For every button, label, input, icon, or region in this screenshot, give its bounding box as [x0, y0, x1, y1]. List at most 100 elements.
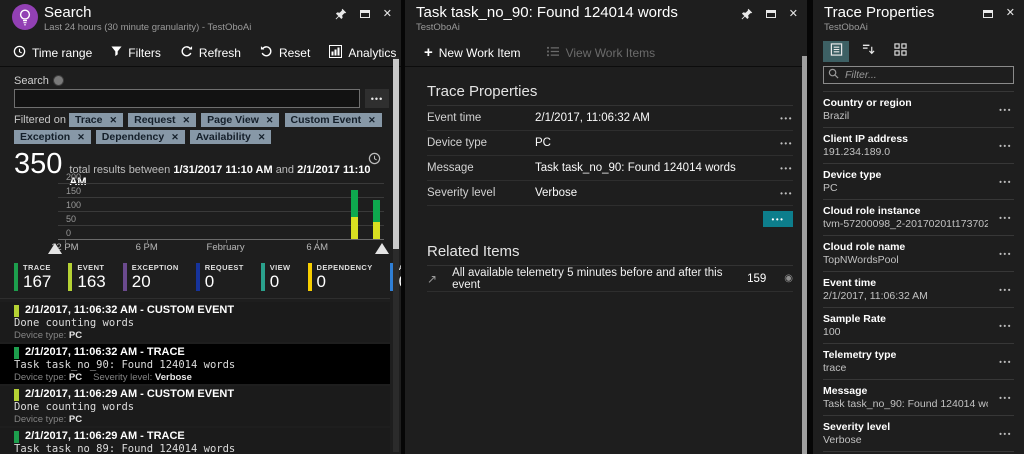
blade-subtitle: TestOboAi	[416, 22, 807, 33]
pin-icon[interactable]	[741, 8, 753, 20]
counter-label: VIEW	[270, 263, 291, 272]
maximize-icon[interactable]	[766, 10, 776, 18]
pin-icon[interactable]	[335, 8, 347, 20]
event-message: Done counting words	[14, 401, 380, 414]
remove-filter-icon[interactable]: ✕	[110, 115, 118, 125]
field-name: Country or region	[823, 97, 988, 110]
grid-view-button[interactable]	[887, 41, 913, 62]
refresh-button[interactable]: Refresh	[180, 45, 241, 61]
telemetry-counter[interactable]: EXCEPTION 20	[123, 263, 179, 291]
telemetry-counter[interactable]: EVENT 163	[68, 263, 105, 291]
props-filter-box	[823, 66, 1014, 84]
property-menu-button[interactable]: •••	[780, 114, 793, 123]
time-range-button[interactable]: Time range	[13, 45, 92, 61]
left-scrollbar-thumb[interactable]	[393, 59, 399, 249]
remove-filter-icon[interactable]: ✕	[258, 132, 266, 142]
filter-chip[interactable]: Availability✕	[190, 130, 272, 144]
field-menu-button[interactable]: •••	[999, 285, 1012, 294]
reset-button[interactable]: Reset	[260, 45, 310, 61]
telemetry-counter[interactable]: VIEW 0	[261, 263, 291, 291]
history-clock-icon[interactable]	[368, 152, 381, 170]
search-blade-header: Search Last 24 hours (30 minute granular…	[0, 0, 401, 38]
related-item-text: All available telemetry 5 minutes before…	[452, 267, 747, 291]
field-value: trace	[823, 362, 988, 375]
field-menu-button[interactable]: •••	[999, 321, 1012, 330]
sort-view-button[interactable]	[855, 41, 881, 62]
close-icon[interactable]: ✕	[789, 9, 798, 20]
filter-chip[interactable]: Dependency✕	[96, 130, 185, 144]
filter-chip[interactable]: Exception✕	[14, 130, 91, 144]
maximize-icon[interactable]	[983, 10, 993, 18]
chart-x-tick-label: 6 AM	[306, 242, 328, 253]
chart-bar	[351, 190, 358, 239]
close-icon[interactable]: ✕	[1006, 8, 1015, 19]
telemetry-counter[interactable]: DEPENDENCY 0	[308, 263, 373, 291]
form-view-button[interactable]	[823, 41, 849, 62]
field-menu-button[interactable]: •••	[999, 105, 1012, 114]
trace-properties-blade: Trace Properties TestOboAi ✕ Country or …	[813, 0, 1024, 454]
new-work-item-label: New Work Item	[439, 46, 521, 60]
related-item-row[interactable]: ↗ All available telemetry 5 minutes befo…	[427, 266, 793, 292]
props-field-row: Sample Rate 100 •••	[823, 308, 1014, 344]
search-options-button[interactable]: •••	[365, 89, 389, 108]
props-field-row: Message Task task_no_90: Found 124014 wo…	[823, 380, 1014, 416]
filter-chip[interactable]: Page View✕	[201, 113, 279, 127]
chart-y-tick-label: 100	[66, 200, 81, 210]
trace-properties-table: Event time 2/1/2017, 11:06:32 AM ••• Dev…	[427, 106, 793, 206]
analytics-label: Analytics	[348, 46, 396, 60]
refresh-label: Refresh	[199, 46, 241, 60]
property-menu-button[interactable]: •••	[780, 164, 793, 173]
props-field-row: Client IP address 191.234.189.0 •••	[823, 128, 1014, 164]
telemetry-counter[interactable]: REQUEST 0	[196, 263, 244, 291]
search-input[interactable]	[14, 89, 360, 108]
property-menu-button[interactable]: •••	[780, 189, 793, 198]
field-menu-button[interactable]: •••	[999, 393, 1012, 402]
left-scrollbar-track[interactable]	[393, 57, 399, 452]
event-list-item[interactable]: 2/1/2017, 11:06:32 AM - CUSTOM EVENT Don…	[0, 302, 390, 342]
field-name: Event time	[823, 277, 988, 290]
range-handle-right[interactable]	[375, 243, 389, 254]
remove-filter-icon[interactable]: ✕	[183, 115, 191, 125]
field-menu-button[interactable]: •••	[999, 249, 1012, 258]
field-menu-button[interactable]: •••	[999, 213, 1012, 222]
maximize-icon[interactable]	[360, 10, 370, 18]
remove-filter-icon[interactable]: ✕	[266, 115, 274, 125]
range-handle-left[interactable]	[48, 243, 62, 254]
event-list-item[interactable]: 2/1/2017, 11:06:29 AM - CUSTOM EVENT Don…	[0, 386, 390, 426]
view-work-items-button[interactable]: View Work Items	[547, 46, 656, 60]
event-title-row: 2/1/2017, 11:06:32 AM - CUSTOM EVENT	[14, 304, 380, 317]
remove-filter-icon[interactable]: ✕	[368, 115, 376, 125]
detail-blade-header: Task task_no_90: Found 124014 words Test…	[405, 0, 807, 38]
counter-value: 0	[205, 272, 244, 291]
info-icon[interactable]	[53, 75, 64, 86]
telemetry-counter[interactable]: TRACE 167	[14, 263, 51, 291]
props-field-row: Country or region Brazil •••	[823, 92, 1014, 128]
property-menu-button[interactable]: •••	[780, 139, 793, 148]
show-more-properties-button[interactable]: •••	[763, 211, 793, 227]
chart-y-tick-label: 200	[66, 172, 81, 182]
funnel-icon	[111, 46, 122, 60]
remove-filter-icon[interactable]: ✕	[171, 132, 179, 142]
props-field-row: Cloud role instance tvm-57200098_2-20170…	[823, 200, 1014, 236]
remove-filter-icon[interactable]: ✕	[77, 132, 85, 142]
close-icon[interactable]: ✕	[383, 9, 392, 20]
property-value: Task task_no_90: Found 124014 words	[535, 162, 780, 174]
event-type-color-bar	[14, 389, 19, 401]
field-value: tvm-57200098_2-20170201t173702z	[823, 218, 988, 231]
field-menu-button[interactable]: •••	[999, 141, 1012, 150]
filters-button[interactable]: Filters	[111, 46, 161, 60]
counter-label: EXCEPTION	[132, 263, 179, 272]
analytics-button[interactable]: Analytics	[329, 45, 396, 61]
event-list-item[interactable]: 2/1/2017, 11:06:29 AM - TRACE Task task_…	[0, 428, 390, 454]
new-work-item-button[interactable]: + New Work Item	[424, 46, 521, 60]
props-filter-input[interactable]	[843, 68, 1009, 82]
field-menu-button[interactable]: •••	[999, 429, 1012, 438]
filter-chip[interactable]: Request✕	[128, 113, 196, 127]
field-menu-button[interactable]: •••	[999, 177, 1012, 186]
middle-scrollbar-thumb[interactable]	[802, 56, 807, 454]
event-list-item[interactable]: 2/1/2017, 11:06:32 AM - TRACE Task task_…	[0, 344, 390, 384]
chart-x-tick-label: 6 PM	[136, 242, 158, 253]
filter-chip[interactable]: Trace✕	[69, 113, 123, 127]
filter-chip[interactable]: Custom Event✕	[285, 113, 382, 127]
field-menu-button[interactable]: •••	[999, 357, 1012, 366]
